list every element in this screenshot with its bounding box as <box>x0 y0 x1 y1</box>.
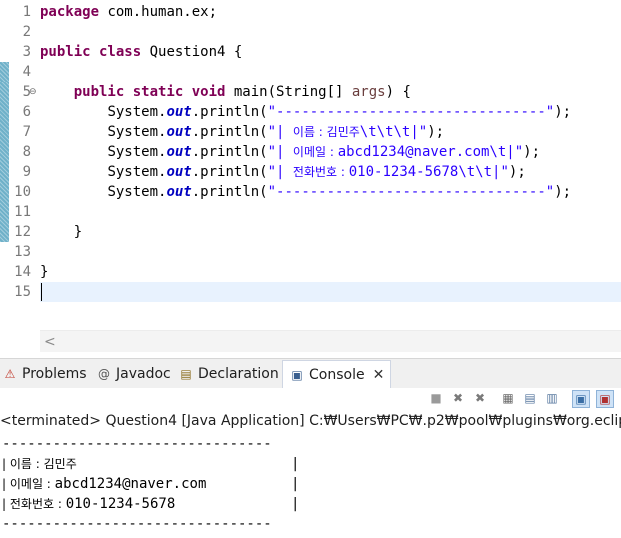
code-line-3: public class Question4 { <box>40 44 243 60</box>
line-number: 14 <box>14 264 31 280</box>
code-line-7: System.out.println("| 이름 : 김민주\t\t\t|"); <box>107 124 445 140</box>
output-bar: | <box>291 496 300 512</box>
code-line-14: } <box>40 264 49 280</box>
console-status: <terminated> Question4 [Java Application… <box>0 410 621 432</box>
output-line: | 전화번호 : 010-1234-5678 <box>2 496 176 512</box>
output-line: | 이메일 : abcd1234@naver.com <box>2 476 207 492</box>
line-number: 6 <box>22 104 31 120</box>
output-line: -------------------------------- <box>2 436 272 452</box>
horizontal-scrollbar[interactable]: < <box>40 330 621 352</box>
line-number: 13 <box>14 244 31 260</box>
code-line-5: public static void main(String[] args) { <box>73 84 411 100</box>
tab-problems[interactable]: ⚠ Problems <box>2 360 87 388</box>
view-tab-bar: ⚠ Problems @ Javadoc ▤ Declaration ▣ Console… <box>0 358 621 389</box>
line-number: 9 <box>22 164 31 180</box>
console-toolbar: ■ ✖ ✖ ▦ ▤ ▥ ▣ ▣ <box>0 388 621 410</box>
line-number: 2 <box>22 24 31 40</box>
change-ruler <box>0 0 10 242</box>
code-editor[interactable]: 1 2 3 4 5 6 7 8 9 10 11 12 13 14 15 ⊖ pa… <box>0 0 621 352</box>
line-number: 7 <box>22 124 31 140</box>
line-number: 8 <box>22 144 31 160</box>
console-output[interactable]: -------------------------------- | 이름 : … <box>0 434 621 538</box>
remove-all-terminated-icon[interactable]: ✖ <box>472 390 488 406</box>
line-number: 15 <box>14 284 31 300</box>
output-line: -------------------------------- <box>2 516 272 532</box>
tab-declaration[interactable]: ▤ Declaration <box>178 360 278 388</box>
scroll-lock-icon[interactable]: ▤ <box>522 390 538 406</box>
change-marker <box>0 82 9 242</box>
code-line-1: package com.human.ex; <box>40 4 218 20</box>
line-number: 11 <box>14 204 31 220</box>
fold-collapse-icon[interactable]: ⊖ <box>29 82 37 102</box>
code-line-9: System.out.println("| 전화번호 : 010-1234-56… <box>107 164 526 180</box>
line-number-ruler: 1 2 3 4 5 6 7 8 9 10 11 12 13 14 15 <box>10 0 38 330</box>
code-line-8: System.out.println("| 이메일 : abcd1234@nav… <box>107 144 540 160</box>
close-icon[interactable]: ✕ <box>373 367 385 383</box>
line-number: 10 <box>14 184 31 200</box>
code-line-12: } <box>73 224 83 240</box>
line-number: 1 <box>22 4 31 20</box>
code-line-6: System.out.println("--------------------… <box>107 104 572 120</box>
show-on-stdout-icon[interactable]: ▣ <box>572 390 590 408</box>
text-cursor <box>41 283 42 301</box>
code-text-area[interactable]: package com.human.ex; public class Quest… <box>40 0 621 330</box>
code-line-10: System.out.println("--------------------… <box>107 184 572 200</box>
remove-launch-icon[interactable]: ✖ <box>450 390 466 406</box>
clear-console-icon[interactable]: ▦ <box>500 390 516 406</box>
tab-javadoc[interactable]: @ Javadoc <box>96 360 171 388</box>
declaration-icon: ▤ <box>180 367 192 381</box>
console-icon: ▣ <box>291 368 303 382</box>
output-line: | 이름 : 김민주 <box>2 457 77 471</box>
scroll-left-icon[interactable]: < <box>44 333 56 351</box>
at-sign-icon: @ <box>98 367 110 381</box>
show-on-stderr-icon[interactable]: ▣ <box>596 390 614 408</box>
word-wrap-icon[interactable]: ▥ <box>544 390 560 406</box>
line-number: 3 <box>22 44 31 60</box>
line-number: 12 <box>14 224 31 240</box>
terminate-icon[interactable]: ■ <box>428 390 444 406</box>
line-number: 4 <box>22 64 31 80</box>
output-bar: | <box>291 476 300 492</box>
output-bar: | <box>291 456 300 472</box>
tab-console[interactable]: ▣ Console ✕ <box>282 360 392 389</box>
change-marker <box>0 62 9 82</box>
problems-icon: ⚠ <box>4 367 16 381</box>
